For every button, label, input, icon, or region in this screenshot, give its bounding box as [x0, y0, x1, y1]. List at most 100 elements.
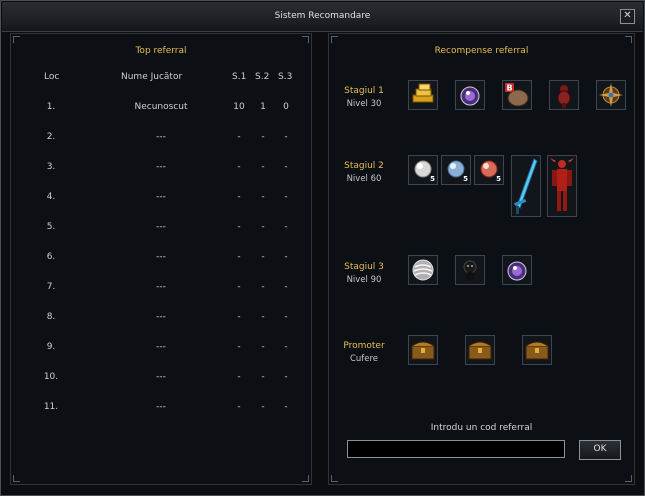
close-icon: ✕	[623, 10, 632, 21]
cell-name: ---	[156, 252, 166, 262]
svg-text:B: B	[506, 84, 512, 93]
table-row: 3. --- - - -	[11, 162, 311, 178]
reward-red-armor[interactable]	[549, 80, 579, 110]
table-row: 11. --- - - -	[11, 402, 311, 418]
cell-s1: -	[237, 282, 241, 292]
cell-s3: -	[284, 222, 288, 232]
cell-loc: 5.	[46, 222, 56, 232]
cell-name: Necunoscut	[134, 102, 188, 112]
window-title: Sistem Recomandare	[274, 11, 371, 21]
reward-chest-1[interactable]	[408, 335, 438, 365]
cell-s1: -	[237, 252, 241, 262]
cell-s1: -	[237, 312, 241, 322]
reward-red-costume[interactable]	[547, 155, 577, 217]
gold-bars-icon	[412, 83, 434, 103]
table-row: 1. Necunoscut 10 1 0	[11, 102, 311, 118]
chest-icon	[411, 341, 435, 360]
stage-1-label: Stagiul 1 Nivel 30	[334, 86, 394, 109]
header-loc: Loc	[44, 72, 60, 82]
reward-silver-orb[interactable]	[408, 255, 438, 285]
cell-name: ---	[156, 372, 166, 382]
reward-potion-2[interactable]	[502, 255, 532, 285]
cell-loc: 11.	[43, 402, 59, 412]
title-bar[interactable]: Sistem Recomandare ✕	[2, 2, 643, 32]
cell-s1: 10	[233, 102, 245, 112]
stage-2-label: Stagiul 2 Nivel 60	[334, 161, 394, 184]
cell-name: ---	[156, 222, 166, 232]
cell-s3: 0	[283, 102, 289, 112]
promoter-name: Promoter	[343, 341, 385, 351]
cell-s3: -	[284, 312, 288, 322]
cell-s3: -	[284, 132, 288, 142]
cell-s1: -	[237, 162, 241, 172]
reward-bag[interactable]: B	[502, 80, 532, 110]
reward-gold-bars[interactable]	[408, 80, 438, 110]
reward-chest-2[interactable]	[465, 335, 495, 365]
table-row: 5. --- - - -	[11, 222, 311, 238]
reward-chest-3[interactable]	[522, 335, 552, 365]
table-row: 8. --- - - -	[11, 312, 311, 328]
reward-white-pearl[interactable]: 5	[408, 155, 438, 185]
reward-potion-1[interactable]	[455, 80, 485, 110]
cell-s3: -	[284, 402, 288, 412]
cell-loc: 8.	[46, 312, 56, 322]
close-button[interactable]: ✕	[620, 9, 635, 24]
reward-blue-pearl[interactable]: 5	[441, 155, 471, 185]
cell-s3: -	[284, 342, 288, 352]
stage2-qty-3: 5	[496, 175, 501, 183]
bag-b-icon: B	[505, 83, 529, 107]
reward-blue-sword[interactable]	[511, 155, 541, 217]
referral-window: Sistem Recomandare ✕ Top referral Loc Nu…	[0, 0, 645, 496]
cell-s1: -	[237, 132, 241, 142]
top-referral-title: Top referral	[135, 46, 187, 56]
reward-red-pearl[interactable]: 5	[474, 155, 504, 185]
red-costume-icon	[550, 158, 574, 211]
header-s1: S.1	[232, 72, 247, 82]
cell-s3: -	[284, 372, 288, 382]
cell-s1: -	[237, 342, 241, 352]
cell-loc: 9.	[46, 342, 56, 352]
referral-code-label: Introdu un cod referral	[430, 423, 533, 433]
table-row: 4. --- - - -	[11, 192, 311, 208]
chest-icon	[468, 341, 492, 360]
silver-orb-icon	[412, 259, 434, 281]
cell-name: ---	[156, 402, 166, 412]
cell-name: ---	[156, 282, 166, 292]
red-armor-icon	[557, 85, 571, 108]
ok-button[interactable]: OK	[579, 440, 621, 460]
reward-compass[interactable]	[596, 80, 626, 110]
cell-loc: 2.	[46, 132, 56, 142]
cell-s2: -	[261, 192, 265, 202]
promoter-level: Cufere	[349, 354, 379, 364]
cell-s2: -	[261, 222, 265, 232]
cell-s2: -	[261, 162, 265, 172]
cell-s2: -	[261, 282, 265, 292]
cell-s2: 1	[260, 102, 266, 112]
cell-s2: -	[261, 132, 265, 142]
stage-2-level: Nivel 60	[346, 174, 382, 184]
cell-s1: -	[237, 372, 241, 382]
cell-s2: -	[261, 342, 265, 352]
promoter-label: Promoter Cufere	[334, 341, 394, 364]
header-s3: S.3	[278, 72, 293, 82]
cell-loc: 10.	[43, 372, 59, 382]
table-row: 6. --- - - -	[11, 252, 311, 268]
potion-icon	[460, 86, 480, 106]
blue-sword-icon	[514, 158, 538, 214]
reward-black-pet[interactable]	[455, 255, 485, 285]
cell-s3: -	[284, 192, 288, 202]
referral-code-input[interactable]	[347, 440, 565, 458]
header-s2: S.2	[255, 72, 270, 82]
cell-name: ---	[156, 162, 166, 172]
stage2-qty-1: 5	[430, 175, 435, 183]
black-pet-icon	[463, 260, 477, 281]
cell-s2: -	[261, 252, 265, 262]
cell-loc: 1.	[46, 102, 56, 112]
cell-s2: -	[261, 402, 265, 412]
cell-name: ---	[156, 312, 166, 322]
rewards-title: Recompense referral	[434, 46, 529, 56]
stage-3-level: Nivel 90	[346, 275, 382, 285]
stage2-qty-2: 5	[463, 175, 468, 183]
cell-s1: -	[237, 192, 241, 202]
cell-s3: -	[284, 162, 288, 172]
